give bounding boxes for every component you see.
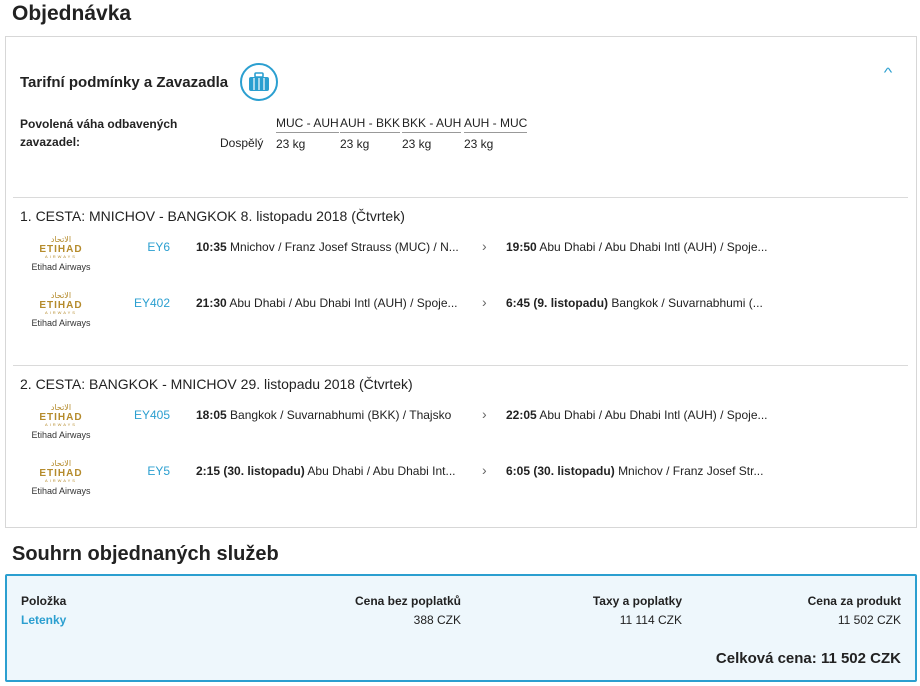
taxes-value: 11 114 CZK [619, 613, 682, 627]
divider [13, 365, 908, 366]
baggage-route-col: AUH - MUC 23 kg [464, 116, 528, 151]
arrival-info: 22:05 Abu Dhabi / Abu Dhabi Intl (AUH) /… [506, 408, 768, 422]
divider [13, 197, 908, 198]
summary-panel: Položka Cena bez poplatků Taxy a poplatk… [5, 574, 917, 682]
journey-title: 1. CESTA: MNICHOV - BANGKOK 8. listopadu… [20, 208, 405, 224]
total-price: Celková cena: 11 502 CZK [715, 650, 901, 667]
arrival-info: 6:45 (9. listopadu) Bangkok / Suvarnabhu… [506, 296, 763, 310]
tariff-header[interactable]: Tarifní podmínky a Zavazadla [20, 63, 279, 101]
chevron-up-icon[interactable]: ^ [884, 65, 893, 80]
price-value: 388 CZK [413, 613, 461, 627]
etihad-logo: الاتحاد ETIHAD AIRWAYS Etihad Airways [30, 460, 92, 497]
summary-title: Souhrn objednaných služeb [12, 543, 279, 565]
departure-info: 2:15 (30. listopadu) Abu Dhabi / Abu Dha… [196, 464, 456, 478]
product-price-value: 11 502 CZK [837, 613, 901, 627]
baggage-weight: 23 kg [340, 137, 370, 151]
airline-name: Etihad Airways [31, 486, 91, 496]
tariff-title: Tarifní podmínky a Zavazadla [20, 73, 229, 91]
airline-name: Etihad Airways [31, 430, 91, 440]
journey-title: 2. CESTA: BANGKOK - MNICHOV 29. listopad… [20, 376, 413, 392]
departure-info: 21:30 Abu Dhabi / Abu Dhabi Intl (AUH) /… [196, 296, 458, 310]
baggage-route-col: MUC - AUH 23 kg [276, 116, 339, 151]
baggage-route-col: BKK - AUH 23 kg [402, 116, 462, 151]
col-header-item: Položka [21, 594, 67, 608]
flight-segment: الاتحاد ETIHAD AIRWAYS Etihad Airways EY… [6, 292, 906, 336]
baggage-route-col: AUH - BKK 23 kg [340, 116, 401, 151]
flight-segment: الاتحاد ETIHAD AIRWAYS Etihad Airways EY… [6, 460, 906, 504]
etihad-logo: الاتحاد ETIHAD AIRWAYS Etihad Airways [30, 236, 92, 273]
flight-segment: الاتحاد ETIHAD AIRWAYS Etihad Airways EY… [6, 236, 906, 280]
flight-segment: الاتحاد ETIHAD AIRWAYS Etihad Airways EY… [6, 404, 906, 448]
baggage-route: MUC - AUH [276, 116, 339, 133]
baggage-weight: 23 kg [402, 137, 432, 151]
baggage-allowance-label: Povolená váha odbavených zavazadel: [20, 117, 178, 149]
baggage-route: BKK - AUH [402, 116, 462, 133]
flight-number-link[interactable]: EY405 [124, 408, 170, 422]
col-header-taxes: Taxy a poplatky [592, 594, 682, 608]
airline-name: Etihad Airways [31, 318, 91, 328]
departure-info: 18:05 Bangkok / Suvarnabhumi (BKK) / Tha… [196, 408, 452, 422]
chevron-right-icon: › [482, 294, 487, 310]
airline-name: Etihad Airways [31, 262, 91, 272]
etihad-logo: الاتحاد ETIHAD AIRWAYS Etihad Airways [30, 404, 92, 441]
order-panel: Tarifní podmínky a Zavazadla ^ Povolená … [5, 36, 917, 528]
flight-number-link[interactable]: EY5 [124, 464, 170, 478]
chevron-right-icon: › [482, 238, 487, 254]
arrival-info: 19:50 Abu Dhabi / Abu Dhabi Intl (AUH) /… [506, 240, 768, 254]
luggage-icon [240, 63, 279, 101]
baggage-weight: 23 kg [276, 137, 306, 151]
flight-number-link[interactable]: EY402 [124, 296, 170, 310]
passenger-type: Dospělý [220, 136, 264, 150]
departure-info: 10:35 Mnichov / Franz Josef Strauss (MUC… [196, 240, 459, 254]
chevron-right-icon: › [482, 462, 487, 478]
flight-number-link[interactable]: EY6 [124, 240, 170, 254]
baggage-route: AUH - MUC [464, 116, 528, 133]
col-header-price: Cena bez poplatků [354, 594, 461, 608]
baggage-weight: 23 kg [464, 137, 494, 151]
baggage-route: AUH - BKK [340, 116, 401, 133]
page-title: Objednávka [12, 2, 132, 25]
chevron-right-icon: › [482, 406, 487, 422]
col-header-product: Cena za produkt [807, 594, 901, 608]
item-link-flights[interactable]: Letenky [21, 613, 66, 627]
etihad-logo: الاتحاد ETIHAD AIRWAYS Etihad Airways [30, 292, 92, 329]
arrival-info: 6:05 (30. listopadu) Mnichov / Franz Jos… [506, 464, 764, 478]
